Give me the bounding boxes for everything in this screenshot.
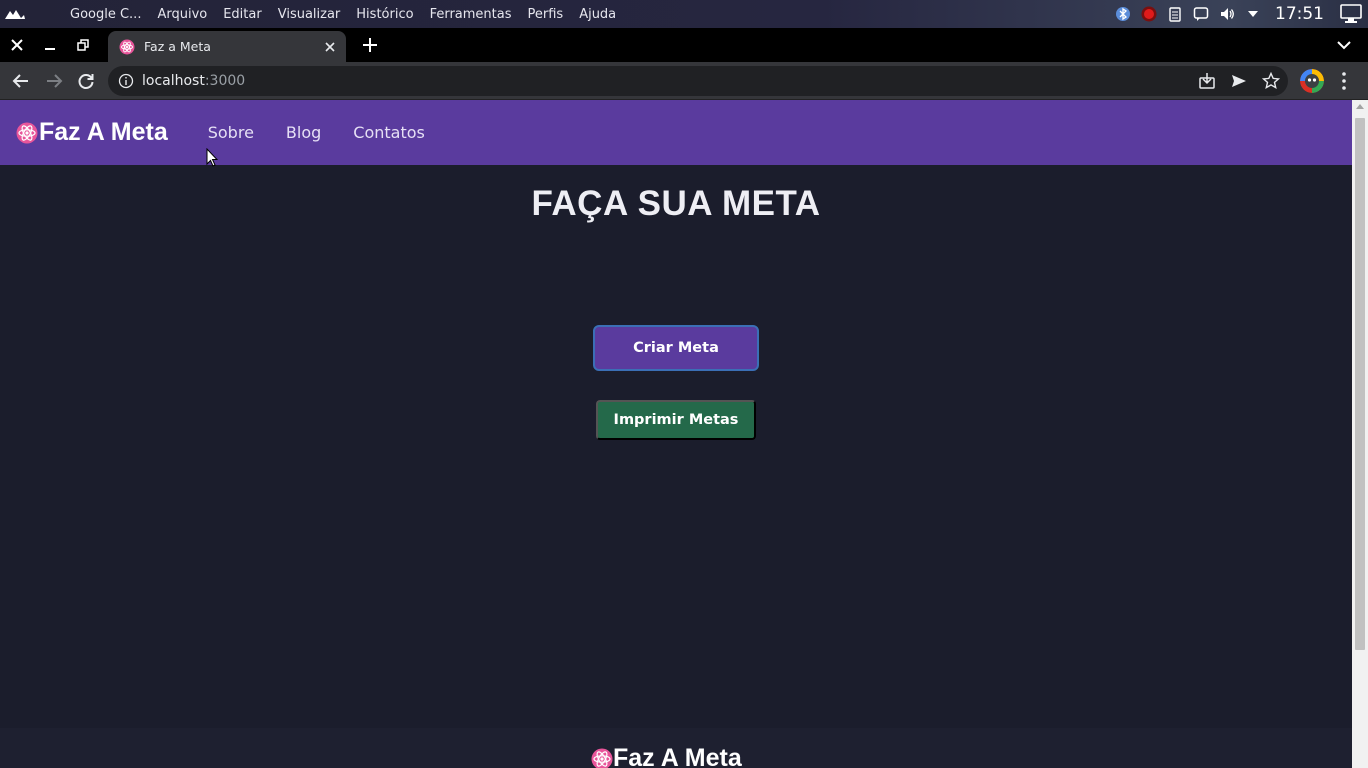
close-icon bbox=[325, 41, 335, 52]
plus-icon bbox=[363, 38, 377, 52]
dropdown-icon[interactable] bbox=[1245, 6, 1261, 22]
footer-brand: Faz A Meta bbox=[591, 744, 742, 768]
nav-link-blog[interactable]: Blog bbox=[286, 123, 321, 142]
reload-icon bbox=[78, 74, 94, 89]
url-host: localhost bbox=[142, 73, 205, 89]
browser-toolbar: localhost:3000 bbox=[0, 62, 1368, 100]
kebab-menu-icon[interactable] bbox=[1336, 70, 1352, 92]
app-menu-bar: Google C... Arquivo Editar Visualizar Hi… bbox=[62, 7, 624, 22]
nav-link-contatos[interactable]: Contatos bbox=[353, 123, 425, 142]
tab-close-button[interactable] bbox=[320, 37, 340, 57]
back-icon bbox=[12, 74, 28, 88]
volume-icon[interactable] bbox=[1219, 6, 1235, 22]
reload-button[interactable] bbox=[73, 68, 99, 94]
nav-link-sobre[interactable]: Sobre bbox=[208, 123, 254, 142]
menu-editar[interactable]: Editar bbox=[215, 7, 270, 22]
criar-meta-button[interactable]: Criar Meta bbox=[593, 325, 759, 371]
react-logo-icon bbox=[16, 122, 38, 143]
mouse-cursor-icon bbox=[206, 148, 218, 167]
forward-icon bbox=[47, 74, 63, 88]
tab-search-icon[interactable] bbox=[1334, 35, 1354, 55]
info-icon[interactable] bbox=[118, 73, 134, 89]
react-favicon bbox=[119, 39, 135, 54]
brand-link[interactable]: Faz A Meta bbox=[16, 118, 168, 147]
browser-tab-strip: Faz a Meta bbox=[0, 28, 1368, 62]
react-logo-icon bbox=[591, 748, 613, 768]
close-icon bbox=[11, 39, 23, 51]
menu-perfis[interactable]: Perfis bbox=[520, 7, 572, 22]
new-tab-button[interactable] bbox=[358, 33, 382, 57]
clock[interactable]: 17:51 bbox=[1275, 4, 1324, 24]
restore-icon bbox=[77, 39, 89, 51]
os-top-panel: Google C... Arquivo Editar Visualizar Hi… bbox=[0, 0, 1368, 28]
menu-historico[interactable]: Histórico bbox=[348, 7, 421, 22]
app-launcher-icon[interactable] bbox=[4, 7, 26, 21]
forward-button[interactable] bbox=[41, 68, 67, 94]
tab-faz-a-meta[interactable]: Faz a Meta bbox=[108, 31, 346, 62]
menu-arquivo[interactable]: Arquivo bbox=[149, 7, 215, 22]
install-icon[interactable] bbox=[1198, 72, 1216, 90]
menu-ajuda[interactable]: Ajuda bbox=[571, 7, 624, 22]
minimize-icon bbox=[45, 48, 55, 50]
address-bar-actions bbox=[1198, 66, 1288, 96]
minimize-window-button[interactable] bbox=[34, 28, 66, 62]
page-scrollbar[interactable] bbox=[1352, 100, 1368, 768]
bluetooth-icon[interactable] bbox=[1115, 6, 1131, 22]
site-navbar: Faz A Meta Sobre Blog Contatos bbox=[0, 100, 1352, 165]
scroll-thumb[interactable] bbox=[1355, 118, 1365, 650]
close-window-button[interactable] bbox=[1, 28, 33, 62]
scroll-up-arrow-icon[interactable] bbox=[1356, 104, 1364, 109]
chat-icon[interactable] bbox=[1193, 6, 1209, 22]
restore-window-button[interactable] bbox=[67, 28, 99, 62]
address-bar[interactable]: localhost:3000 bbox=[108, 66, 1288, 96]
back-button[interactable] bbox=[8, 68, 34, 94]
clipboard-icon[interactable] bbox=[1167, 6, 1183, 22]
menu-visualizar[interactable]: Visualizar bbox=[270, 7, 349, 22]
system-tray: 17:51 bbox=[1115, 0, 1368, 28]
profile-avatar[interactable] bbox=[1300, 69, 1324, 93]
menu-ferramentas[interactable]: Ferramentas bbox=[422, 7, 520, 22]
bookmark-star-icon[interactable] bbox=[1262, 72, 1280, 90]
site-footer: Faz A Meta bbox=[0, 728, 1352, 768]
footer-brand-name: Faz A Meta bbox=[613, 744, 742, 768]
record-icon[interactable] bbox=[1141, 6, 1157, 22]
display-icon[interactable] bbox=[1340, 4, 1362, 24]
page-title: FAÇA SUA META bbox=[531, 184, 821, 223]
brand-name: Faz A Meta bbox=[39, 118, 168, 146]
url-port: :3000 bbox=[204, 73, 246, 89]
nav-links: Sobre Blog Contatos bbox=[208, 123, 425, 142]
menu-app-name[interactable]: Google C... bbox=[62, 7, 149, 22]
send-icon[interactable] bbox=[1230, 72, 1248, 90]
page-viewport: Faz A Meta Sobre Blog Contatos FAÇA SUA … bbox=[0, 100, 1352, 768]
imprimir-metas-button[interactable]: Imprimir Metas bbox=[596, 400, 756, 440]
tab-title: Faz a Meta bbox=[144, 39, 211, 54]
